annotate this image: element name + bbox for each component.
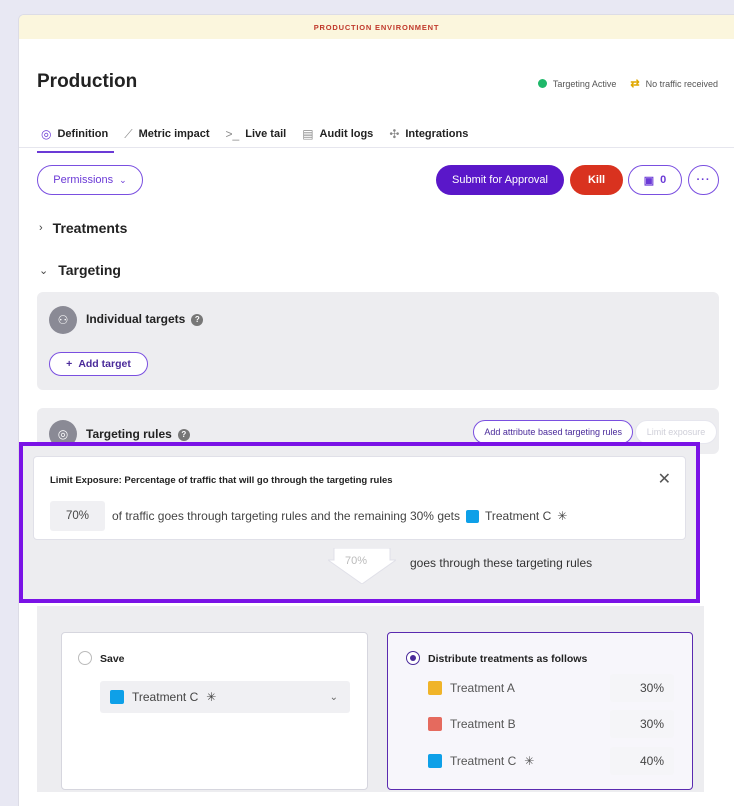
- limit-exposure-card: Limit Exposure: Percentage of traffic th…: [33, 456, 686, 540]
- treatment-a-swatch: [428, 681, 442, 695]
- terminal-icon: >_: [225, 127, 240, 141]
- limit-description: of traffic goes through targeting rules …: [112, 509, 567, 523]
- exposure-percent-input[interactable]: 70%: [50, 501, 105, 531]
- treatment-name: Treatment C: [450, 754, 517, 768]
- limit-exposure-highlight: Limit Exposure: Percentage of traffic th…: [19, 442, 700, 603]
- close-icon[interactable]: ✕: [658, 469, 671, 489]
- tab-audit-logs[interactable]: ▤ Audit logs: [298, 123, 385, 153]
- distribute-option-card[interactable]: Distribute treatments as follows Treatme…: [387, 632, 693, 790]
- asterisk-icon: ✳: [557, 509, 568, 523]
- tab-label: Metric impact: [138, 128, 210, 140]
- limit-text: of traffic goes through targeting rules …: [112, 509, 460, 523]
- tab-definition[interactable]: ◎ Definition: [37, 123, 120, 153]
- status-bar: Targeting Active ⇄ No traffic received: [537, 77, 718, 90]
- calendar-icon: ▣: [643, 174, 655, 187]
- chevron-down-icon: ⌄: [119, 174, 127, 185]
- help-icon[interactable]: ?: [177, 428, 190, 441]
- puzzle-icon: ✣: [389, 127, 400, 141]
- serve-label: Save: [100, 653, 125, 665]
- calendar-button[interactable]: ▣ 0: [628, 165, 682, 195]
- permissions-label: Permissions: [53, 174, 114, 186]
- calendar-count: 0: [660, 174, 667, 186]
- treatment-c-swatch: [466, 509, 479, 523]
- treatment-b-percent-input[interactable]: 30%: [610, 710, 674, 738]
- individual-targets-panel: ⚇ Individual targets? + Add target: [37, 292, 719, 390]
- remaining-treatment: Treatment C: [485, 509, 552, 523]
- swap-icon: ⇄: [630, 78, 640, 90]
- chart-line-icon: ⟋: [124, 126, 133, 141]
- environment-banner: PRODUCTION ENVIRONMENT: [19, 15, 734, 39]
- asterisk-icon: ✳: [206, 690, 217, 704]
- treatment-b-swatch: [428, 717, 442, 731]
- serve-radio[interactable]: [78, 651, 92, 665]
- submit-for-approval-button[interactable]: Submit for Approval: [436, 165, 564, 195]
- add-target-label: Add target: [78, 358, 131, 370]
- distribution-row: Treatment B: [428, 717, 516, 731]
- distribution-row: Treatment C ✳: [428, 754, 534, 768]
- tab-live-tail[interactable]: >_ Live tail: [222, 123, 299, 153]
- treatment-name: Treatment B: [450, 717, 516, 731]
- more-options-button[interactable]: ···: [688, 165, 719, 195]
- treatment-c-percent-input[interactable]: 40%: [610, 747, 674, 775]
- tab-label: Audit logs: [319, 128, 374, 140]
- section-title: Treatments: [52, 220, 128, 236]
- selected-treatment: Treatment C: [132, 690, 199, 704]
- serve-treatment-select[interactable]: Treatment C ✳ ⌄: [100, 681, 350, 713]
- treatment-a-percent-input[interactable]: 30%: [610, 674, 674, 702]
- targeting-section-toggle[interactable]: ⌄ Targeting: [39, 262, 121, 278]
- tab-label: Definition: [57, 128, 109, 140]
- document-search-icon: ▤: [302, 127, 314, 141]
- tab-metric-impact[interactable]: ⟋ Metric impact: [120, 123, 221, 153]
- add-target-button[interactable]: + Add target: [49, 352, 148, 376]
- goes-through-text: goes through these targeting rules: [410, 556, 593, 570]
- treatment-c-swatch: [428, 754, 442, 768]
- targeting-status: Targeting Active: [552, 78, 617, 89]
- tab-label: Integrations: [405, 128, 469, 140]
- section-title: Targeting: [58, 262, 121, 278]
- distribution-row: Treatment A: [428, 681, 515, 695]
- distribute-radio[interactable]: [406, 651, 420, 665]
- help-icon[interactable]: ?: [191, 313, 204, 326]
- traffic-status: No traffic received: [645, 78, 718, 89]
- user-add-icon: ⚇: [49, 306, 77, 334]
- add-attribute-rules-button[interactable]: Add attribute based targeting rules: [473, 420, 633, 444]
- asterisk-icon: ✳: [524, 754, 535, 768]
- treatment-name: Treatment A: [450, 681, 515, 695]
- treatment-c-swatch: [110, 690, 124, 704]
- definition-icon: ◎: [41, 127, 52, 141]
- status-dot-icon: [537, 79, 547, 88]
- individual-targets-title: Individual targets?: [86, 312, 204, 326]
- serve-options-area: Save Treatment C ✳ ⌄ Distribute treatmen…: [37, 606, 704, 792]
- tab-bar: ◎ Definition ⟋ Metric impact >_ Live tai…: [37, 123, 480, 153]
- treatments-section-toggle[interactable]: › Treatments: [39, 220, 127, 236]
- tab-label: Live tail: [245, 128, 287, 140]
- kill-button[interactable]: Kill: [570, 165, 623, 195]
- plus-icon: +: [66, 358, 73, 370]
- limit-exposure-title: Limit Exposure: Percentage of traffic th…: [50, 475, 393, 486]
- distribute-label: Distribute treatments as follows: [428, 653, 588, 665]
- chevron-down-icon: ⌄: [39, 264, 49, 277]
- tab-divider: [19, 147, 734, 148]
- arrow-percent: 70%: [345, 555, 368, 567]
- chevron-down-icon: ⌄: [329, 691, 338, 703]
- serve-option-card[interactable]: Save Treatment C ✳ ⌄: [61, 632, 368, 790]
- page-title: Production: [37, 71, 138, 92]
- tab-integrations[interactable]: ✣ Integrations: [385, 123, 480, 153]
- chevron-right-icon: ›: [39, 222, 43, 234]
- targeting-rules-title: Targeting rules?: [86, 427, 190, 441]
- permissions-dropdown[interactable]: Permissions ⌄: [37, 165, 143, 195]
- limit-exposure-button[interactable]: Limit exposure: [635, 420, 717, 444]
- ellipsis-icon: ···: [696, 174, 711, 186]
